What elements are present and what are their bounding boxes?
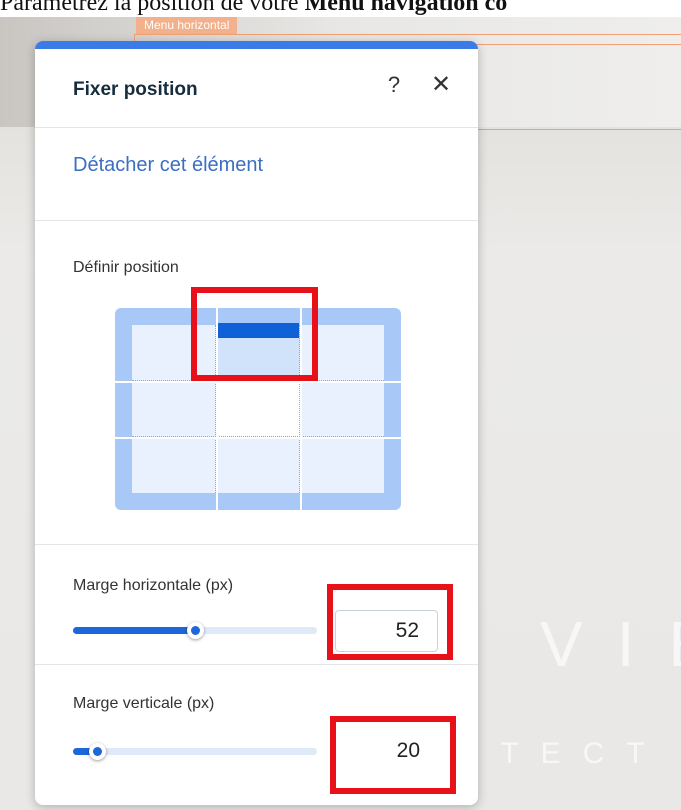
- caption-text: Paramétrez la position de votre: [0, 0, 305, 16]
- panel-title: Fixer position: [73, 79, 198, 100]
- highlight-box-horizontal: [327, 584, 453, 660]
- position-cell-bottom-left[interactable]: [132, 437, 216, 493]
- vertical-margin-label: Marge verticale (px): [73, 695, 215, 712]
- menu-tag-label[interactable]: Menu horizontal: [136, 17, 238, 34]
- detach-section: Détacher cet élément: [35, 128, 478, 221]
- slider-thumb[interactable]: [187, 622, 204, 639]
- detach-element-link[interactable]: Détacher cet élément: [73, 154, 263, 177]
- position-section: Définir position: [35, 221, 478, 545]
- slider-fill: [73, 627, 195, 634]
- position-cell-middle-left[interactable]: [132, 381, 216, 437]
- grid-divider: [115, 380, 401, 383]
- help-icon[interactable]: ?: [383, 73, 405, 97]
- position-cell-middle-right[interactable]: [300, 381, 384, 437]
- slider-thumb[interactable]: [89, 743, 107, 760]
- panel-header: Fixer position ? ✕: [35, 49, 478, 128]
- background-subheading-text: ITECT: [470, 737, 667, 770]
- page-caption: Paramétrez la position de votre Menu nav…: [0, 0, 681, 17]
- position-cell-center[interactable]: [216, 381, 300, 437]
- highlight-box-position: [191, 287, 318, 381]
- highlight-box-vertical: [330, 716, 456, 794]
- panel-top-bar: [35, 41, 478, 49]
- position-label: Définir position: [73, 259, 179, 276]
- position-cell-bottom-right[interactable]: [300, 437, 384, 493]
- fix-position-panel: Fixer position ? ✕ Détacher cet élément …: [35, 41, 478, 805]
- horizontal-margin-slider[interactable]: [73, 622, 317, 639]
- vertical-margin-slider[interactable]: [73, 743, 317, 760]
- horizontal-margin-label: Marge horizontale (px): [73, 577, 234, 594]
- close-icon[interactable]: ✕: [429, 73, 453, 97]
- grid-divider: [115, 436, 401, 439]
- caption-bold-text: Menu navigation co: [304, 0, 508, 16]
- background-heading-text: VIE: [540, 608, 681, 680]
- position-cell-bottom-center[interactable]: [216, 437, 300, 493]
